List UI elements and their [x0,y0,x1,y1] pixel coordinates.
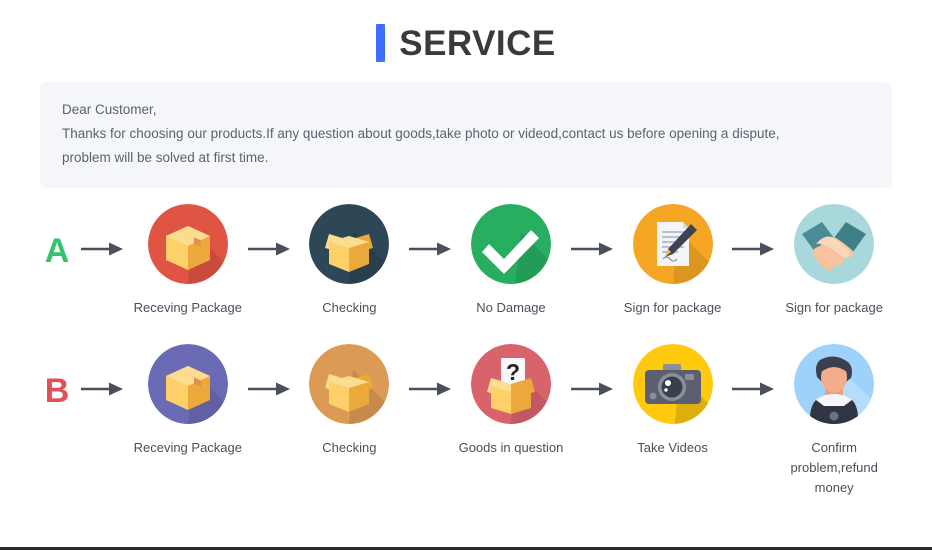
flow-step[interactable]: Sign for package [615,204,731,318]
flow-step[interactable]: Checking [292,204,408,318]
service-process-page: SERVICE Dear Customer, Thanks for choosi… [0,0,932,550]
document-pen-icon [632,204,713,284]
check-mark-icon [470,204,551,284]
closed-box-icon [147,204,228,284]
flow-badge-a: A [44,232,70,270]
flow-row-b: B Receving Package Checking? Goods in quest… [0,344,932,498]
flow-step-label: Checking [322,440,377,455]
title-accent-bar [376,24,386,62]
page-title: SERVICE [0,0,932,62]
flow-step-label: Confirm problem,refund money [790,440,878,495]
arrow-right-icon [730,240,776,258]
flow-step-label: Goods in question [458,440,564,455]
arrow-right-icon [246,240,292,258]
flow-step-label: Sign for package [785,300,883,315]
flow-badge-b: B [44,372,70,410]
notice-line-1: Dear Customer, [62,102,157,117]
flow-step-label: Receving Package [133,440,242,455]
flow-step-label: No Damage [476,300,546,315]
person-avatar-icon [794,344,875,424]
open-box-icon [309,344,390,424]
arrow-right-icon [407,240,453,258]
flow-step[interactable]: Sign for package [776,204,892,318]
arrow-right-icon [74,380,130,398]
svg-text:?: ? [506,359,520,385]
arrow-right-icon [569,380,615,398]
notice-line-3: problem will be solved at first time. [62,150,269,165]
flow-step-label: Take Videos [637,440,708,455]
flow-row-a: A Receving Package Checking No Damage Sign f… [0,204,932,318]
flow-step-label: Receving Package [133,300,242,315]
notice-line-2: Thanks for choosing our products.If any … [62,126,780,141]
arrow-right-icon [74,240,130,258]
flow-step[interactable]: Confirm problem,refund money [776,344,892,498]
handshake-icon [794,204,875,284]
closed-box-icon [147,344,228,424]
arrow-right-icon [407,380,453,398]
page-title-text: SERVICE [399,23,556,63]
camera-icon [632,344,713,424]
arrow-right-icon [730,380,776,398]
arrow-right-icon [246,380,292,398]
flow-step[interactable]: Take Videos [615,344,731,458]
flow-container: A Receving Package Checking No Damage Sign f… [0,204,932,498]
flow-step[interactable]: Receving Package [130,204,246,318]
customer-notice-box: Dear Customer, Thanks for choosing our p… [40,82,892,188]
flow-step[interactable]: No Damage [453,204,569,318]
flow-step-label: Checking [322,300,377,315]
flow-step[interactable]: ? Goods in question [453,344,569,458]
arrow-right-icon [569,240,615,258]
question-box-icon: ? [470,344,551,424]
open-box-icon [309,204,390,284]
flow-step-label: Sign for package [623,300,722,315]
flow-step[interactable]: Receving Package [130,344,246,458]
flow-step[interactable]: Checking [292,344,408,458]
